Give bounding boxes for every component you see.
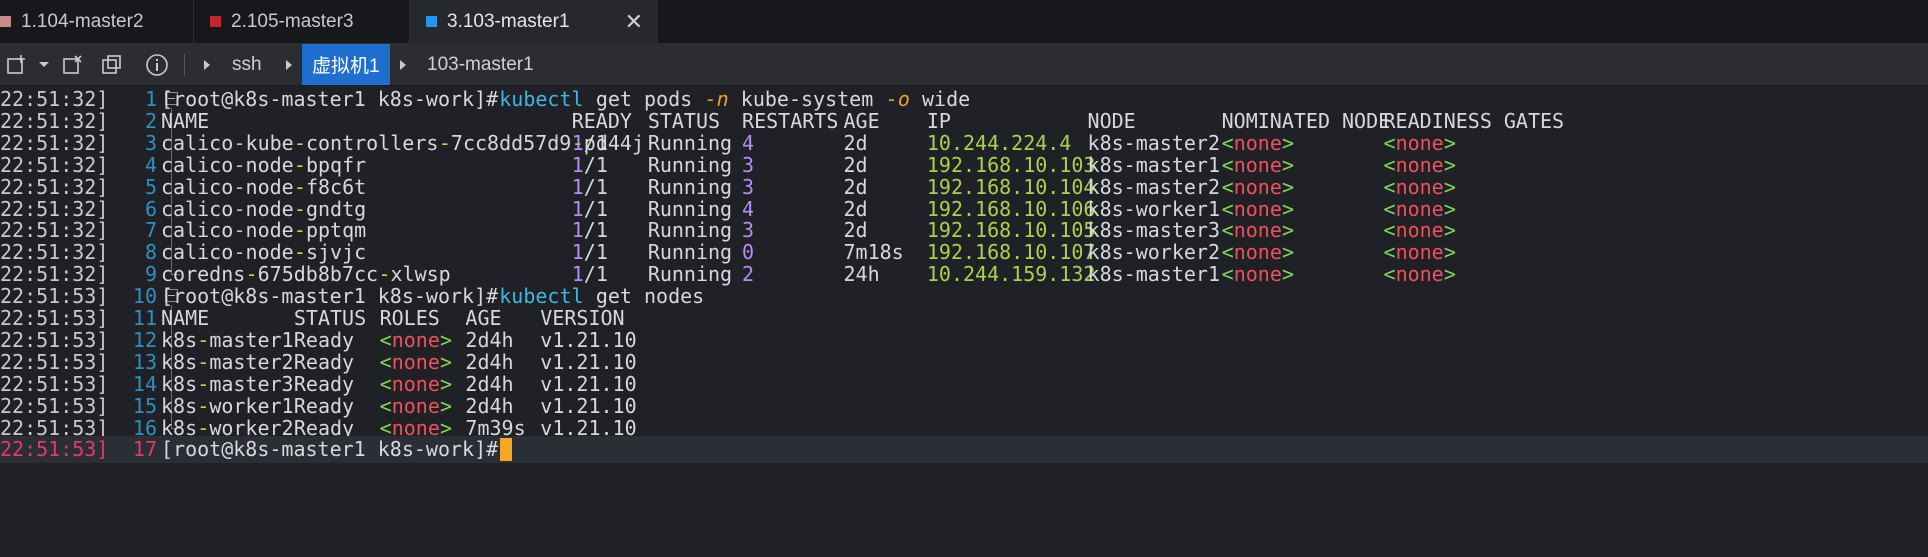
duplicate-session-icon[interactable] (101, 54, 123, 76)
breadcrumb-arrow-icon (286, 60, 292, 70)
tab-color-marker (210, 16, 221, 27)
toolbar: ssh 虚拟机1 103-master1 (0, 44, 1928, 86)
breadcrumb-103-master1[interactable]: 103-master1 (427, 44, 534, 85)
breadcrumb-ssh[interactable]: ssh (232, 44, 262, 85)
breadcrumb-arrow-icon (204, 60, 210, 70)
tab-label: 3.103-master1 (447, 10, 570, 32)
terminal-cursor[interactable] (500, 438, 513, 462)
tab-105-master3[interactable]: 2.105-master3 (194, 0, 410, 43)
terminal-app-window: 1.104-master2 2.105-master3 3.103-master… (0, 0, 1928, 557)
tab-103-master1[interactable]: 3.103-master1 ✕ (410, 0, 658, 43)
terminal-output[interactable]: 22:51:32] 1 [root@k8s-master1 k8s-work]# ku… (0, 86, 1928, 557)
tab-104-master2[interactable]: 1.104-master2 (0, 0, 194, 43)
close-tab-icon[interactable]: ✕ (625, 9, 643, 35)
close-session-icon[interactable] (62, 54, 84, 76)
toolbar-separator (184, 54, 185, 76)
chevron-down-icon[interactable] (38, 61, 50, 69)
tab-bar: 1.104-master2 2.105-master3 3.103-master… (0, 0, 1928, 44)
tab-label: 2.105-master3 (231, 10, 354, 32)
tab-color-marker (426, 16, 437, 27)
breadcrumb-arrow-icon (400, 60, 406, 70)
line-number: 17 (132, 437, 157, 462)
info-icon[interactable] (145, 53, 169, 77)
line-timestamp: 22:51:53] (0, 437, 109, 462)
tab-label: 1.104-master2 (21, 10, 144, 32)
tab-color-marker (0, 16, 11, 27)
terminal-line: 22:51:53] 17 [root@k8s-master1 k8s-work]# (0, 436, 1928, 464)
new-tab-icon[interactable] (6, 54, 28, 76)
breadcrumb-vm1[interactable]: 虚拟机1 (302, 44, 390, 85)
prompt: [root@k8s-master1 k8s-work]# (161, 437, 499, 462)
